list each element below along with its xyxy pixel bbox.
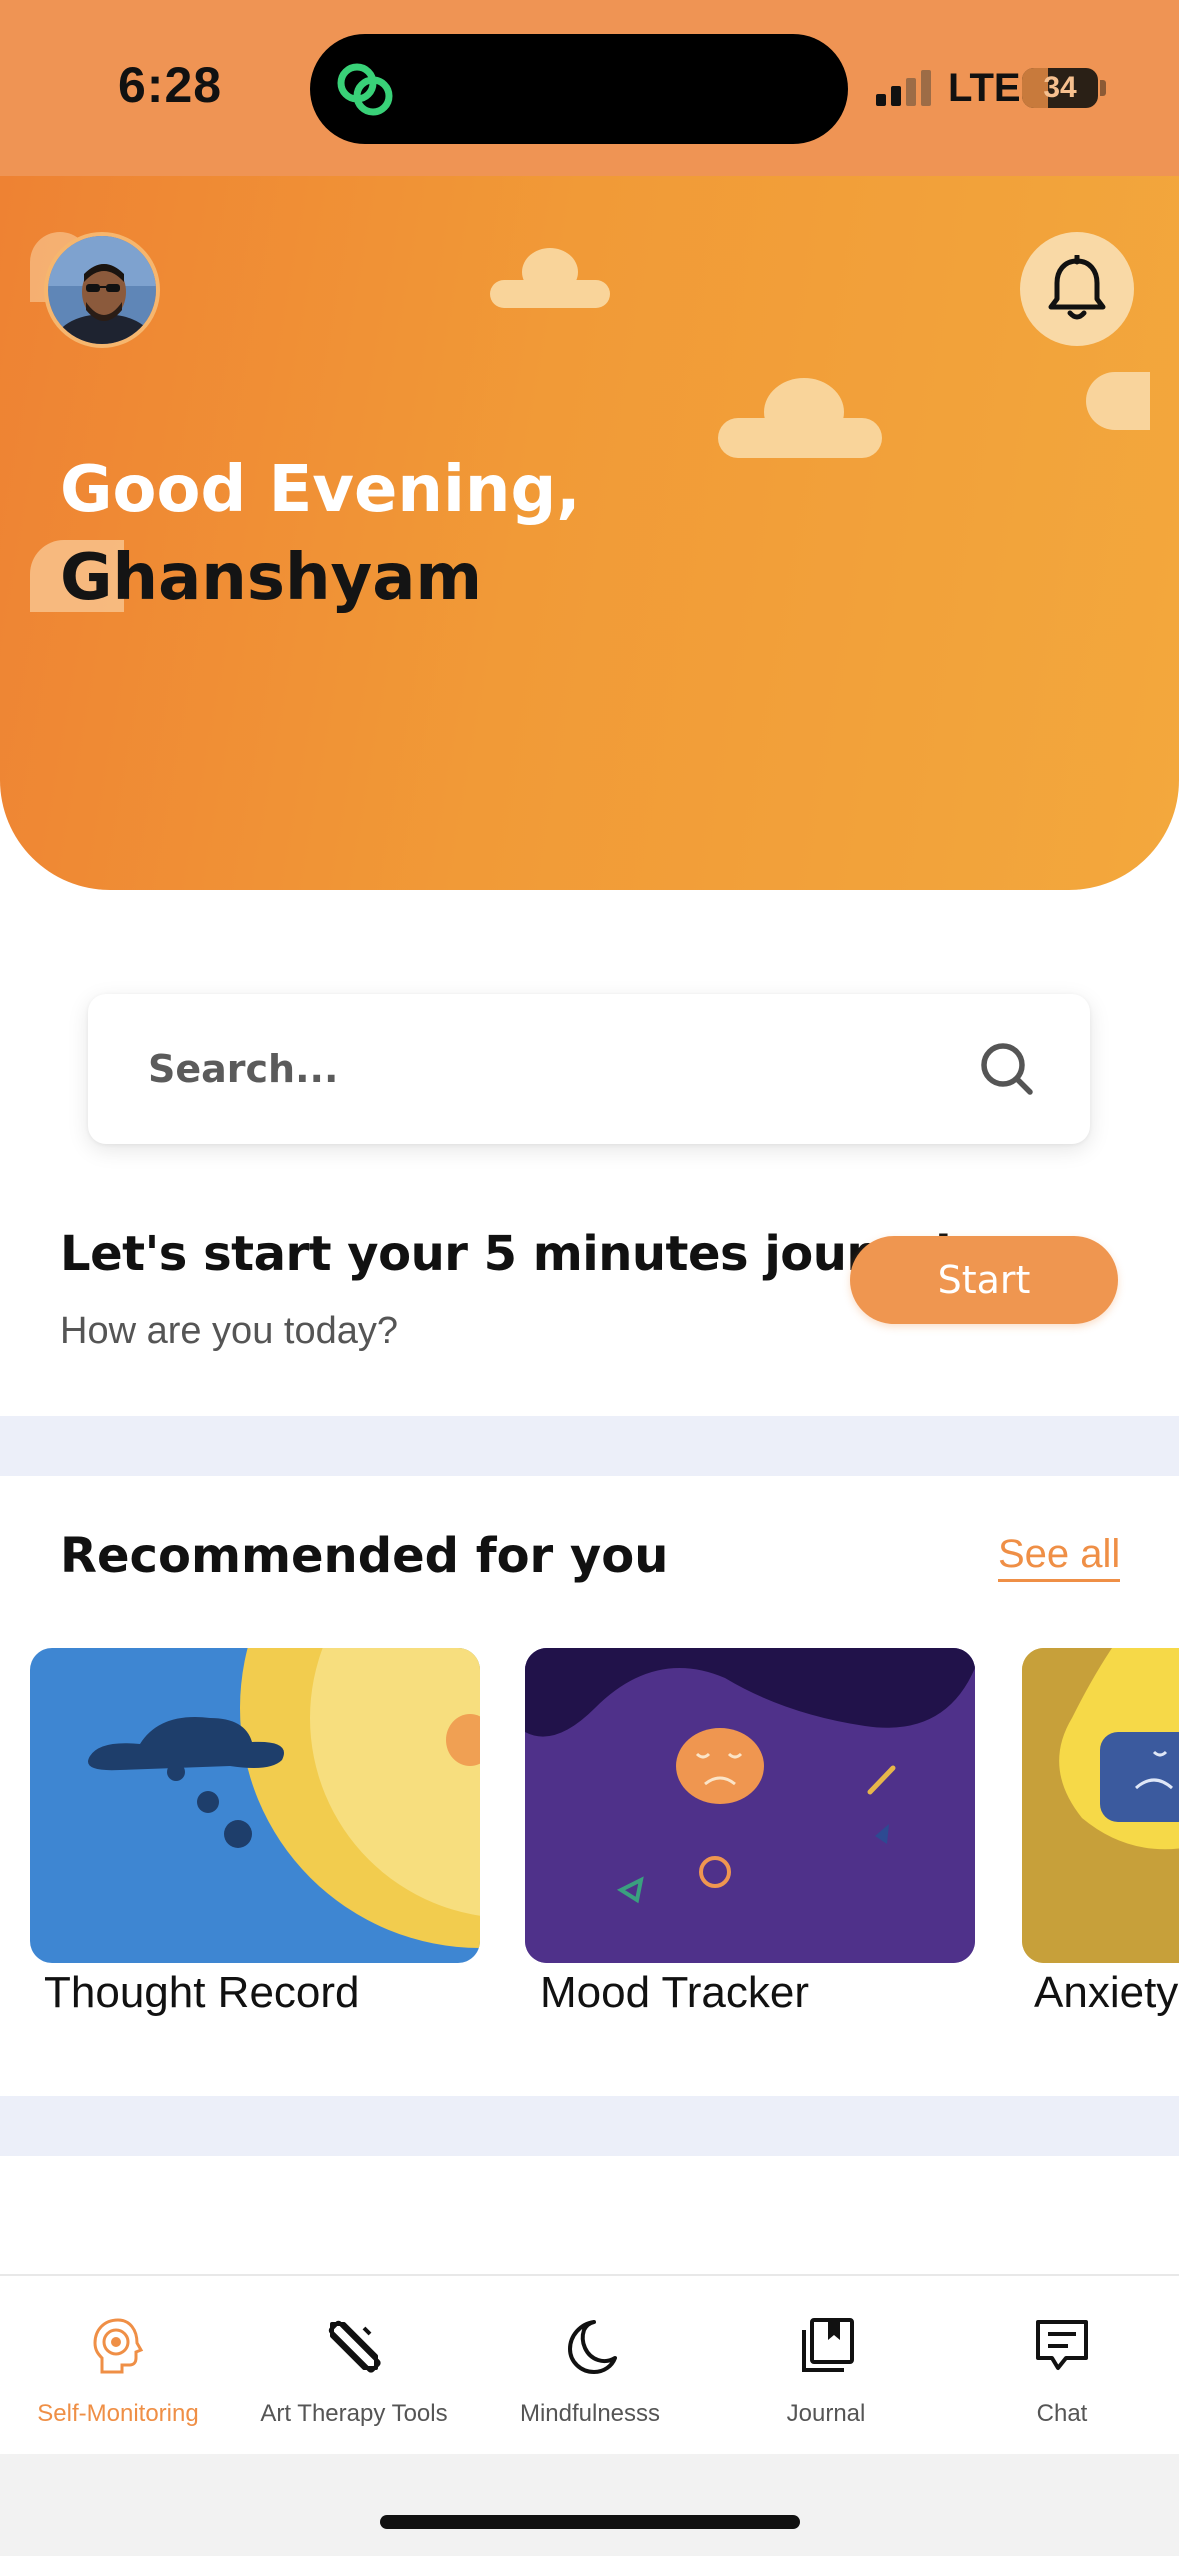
cloud-icon <box>490 248 610 308</box>
greeting: Good Evening, Ghanshyam <box>60 446 581 622</box>
user-name: Ghanshyam <box>60 541 483 615</box>
tab-journal[interactable]: Journal <box>708 2276 944 2456</box>
worried-face-illustration <box>1022 1648 1179 1963</box>
card-title[interactable]: Mood Tracker <box>540 1968 809 2018</box>
cloud-icon <box>718 378 882 458</box>
section-divider <box>0 2096 1179 2156</box>
notifications-button[interactable] <box>1020 232 1134 346</box>
tab-label: Journal <box>786 2400 866 2427</box>
tab-mindfulness[interactable]: Mindfulnesss <box>472 2276 708 2456</box>
rain-cloud-illustration <box>88 1648 480 1948</box>
link-app-icon <box>337 63 393 116</box>
journal-prompt-subtitle: How are you today? <box>60 1310 398 1352</box>
tab-label: Self-Monitoring <box>37 2400 199 2427</box>
signal-icon <box>876 70 931 106</box>
section-divider <box>0 1416 1179 1476</box>
battery-cap <box>1100 80 1106 96</box>
battery-icon: 34 <box>1022 68 1098 108</box>
search-icon[interactable] <box>972 1034 1042 1104</box>
tab-chat[interactable]: Chat <box>944 2276 1179 2456</box>
status-time: 6:28 <box>118 57 223 113</box>
anxiety-card[interactable] <box>1022 1648 1179 1963</box>
see-all-link[interactable]: See all <box>998 1532 1121 1582</box>
thought-record-card[interactable] <box>30 1648 480 1963</box>
card-title[interactable]: Anxiety <box>1034 1968 1178 2018</box>
start-journal-button[interactable]: Start <box>850 1236 1118 1324</box>
tab-label: Chat <box>1036 2400 1088 2427</box>
card-title[interactable]: Thought Record <box>44 1968 360 2018</box>
mood-tracker-card[interactable] <box>525 1648 975 1963</box>
tab-label: Art Therapy Tools <box>260 2400 448 2427</box>
battery-percent: 34 <box>1043 71 1077 104</box>
greeting-line: Good Evening, <box>60 453 581 527</box>
tab-label: Mindfulnesss <box>519 2400 661 2427</box>
tab-self-monitoring[interactable]: Self-Monitoring <box>0 2276 236 2456</box>
avatar[interactable] <box>44 232 160 348</box>
bell-icon <box>1048 255 1106 320</box>
moon-icon <box>568 2320 617 2374</box>
pencil-ruler-icon <box>328 2320 381 2373</box>
network-type: LTE <box>948 66 1021 110</box>
dynamic-island <box>310 34 848 144</box>
decorative-blob <box>1086 372 1150 430</box>
profile-photo <box>48 236 156 344</box>
recommended-title: Recommended for you <box>60 1528 669 1584</box>
journal-book-icon <box>802 2318 854 2372</box>
head-brain-icon <box>93 2318 144 2374</box>
home-indicator-area <box>0 2454 1179 2556</box>
journal-prompt-title: Let's start your 5 minutes journal <box>60 1226 952 1282</box>
bottom-tab-bar: Self-Monitoring Art Therapy Tools Mindfu… <box>0 2274 1179 2454</box>
chat-icon <box>1036 2320 1088 2370</box>
mood-face-illustration <box>525 1648 975 1963</box>
tab-art-therapy-tools[interactable]: Art Therapy Tools <box>236 2276 472 2456</box>
search-input[interactable] <box>148 1039 968 1099</box>
search-box <box>88 994 1090 1144</box>
home-indicator[interactable] <box>380 2515 800 2529</box>
